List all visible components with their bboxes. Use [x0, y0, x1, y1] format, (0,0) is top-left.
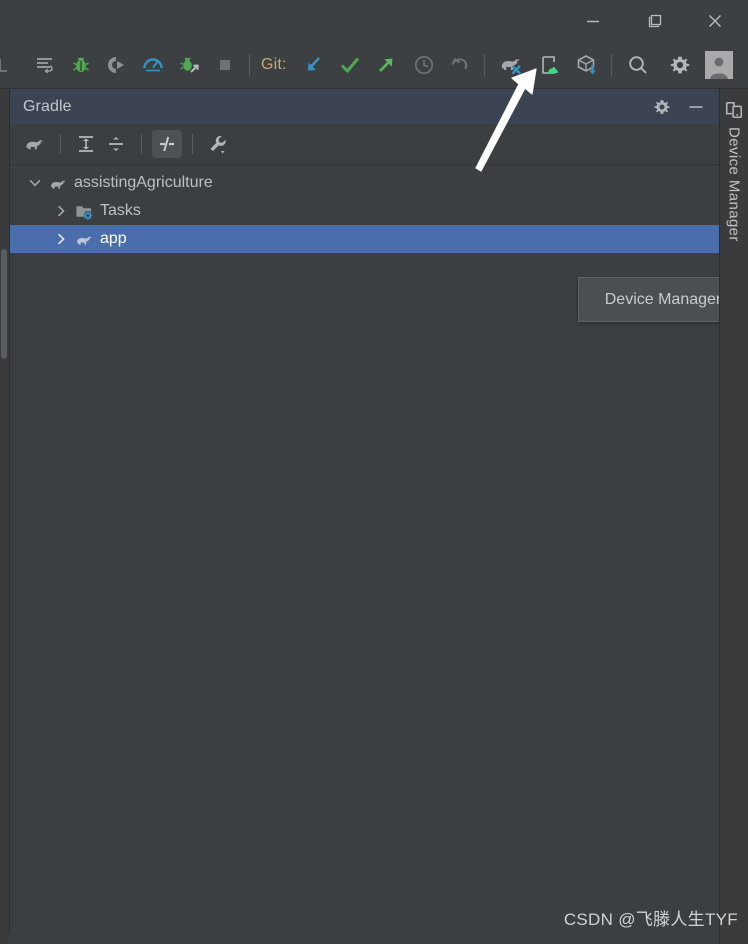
- gradle-elephant-icon: [46, 169, 70, 197]
- toggle-offline-mode-icon[interactable]: [152, 130, 182, 158]
- main-toolbar: Git:: [0, 42, 748, 89]
- toolbar-run-icon-partial[interactable]: [0, 49, 22, 81]
- device-manager-stripe-label[interactable]: Device Manager: [726, 127, 743, 242]
- stop-square-icon[interactable]: [210, 49, 240, 81]
- sdk-manager-icon[interactable]: [572, 49, 602, 81]
- gradle-tool-window: Gradle assistingAgriculture Tasks app: [9, 89, 719, 934]
- debug-bug-icon[interactable]: [66, 49, 96, 81]
- tree-node-label: app: [100, 230, 127, 247]
- chevron-down-icon[interactable]: [24, 169, 46, 197]
- gradle-project-tree: assistingAgriculture Tasks app: [10, 165, 719, 253]
- profiler-gauge-icon[interactable]: [138, 49, 168, 81]
- avatar: [704, 51, 733, 79]
- wrench-dropdown-icon[interactable]: [203, 130, 233, 158]
- window-titlebar: [0, 0, 748, 42]
- toolbar-separator-1: [249, 54, 250, 76]
- gradle-toolbar-separator-2: [141, 134, 142, 154]
- gradle-toolbar-separator-1: [60, 134, 61, 154]
- minimize-button[interactable]: [570, 0, 616, 42]
- csdn-watermark: CSDN @飞滕人生TYF: [563, 910, 738, 929]
- android-studio-window: Git: Gradle assistingAgriculture Tasks a…: [0, 0, 748, 944]
- right-tool-stripe: Device Manager: [719, 89, 748, 944]
- gear-icon[interactable]: [665, 49, 695, 81]
- tree-node-label: assistingAgriculture: [74, 174, 213, 191]
- search-icon[interactable]: [623, 49, 653, 81]
- account-avatar[interactable]: [704, 49, 737, 81]
- git-rollback-icon[interactable]: [445, 49, 475, 81]
- chevron-right-icon[interactable]: [50, 197, 72, 225]
- tooltip-text: Device Manager: [604, 290, 722, 308]
- build-variants-icon[interactable]: [30, 49, 60, 81]
- git-commit-icon[interactable]: [335, 49, 365, 81]
- device-manager-icon[interactable]: [534, 49, 564, 81]
- tasks-folder-icon: [72, 197, 96, 225]
- panel-scrollbar[interactable]: [1, 249, 7, 359]
- coverage-run-icon[interactable]: [102, 49, 132, 81]
- chevron-right-icon[interactable]: [50, 225, 72, 253]
- tree-node-app[interactable]: app: [10, 225, 719, 253]
- git-label: Git:: [261, 56, 287, 73]
- git-update-icon[interactable]: [299, 49, 329, 81]
- git-push-icon[interactable]: [371, 49, 401, 81]
- tree-node-label: Tasks: [100, 202, 141, 219]
- gradle-toolbar-separator-3: [192, 134, 193, 154]
- gradle-panel-header: Gradle: [10, 89, 719, 124]
- left-tool-stripe: [0, 89, 9, 944]
- toolbar-separator-3: [610, 54, 612, 76]
- tree-node-assistingagriculture[interactable]: assistingAgriculture: [10, 169, 719, 197]
- device-manager-icon[interactable]: [722, 97, 746, 123]
- toolbar-separator-2: [483, 54, 485, 76]
- gradle-elephant-icon: [72, 225, 96, 253]
- sync-gradle-icon[interactable]: [496, 49, 526, 81]
- tree-node-tasks[interactable]: Tasks: [10, 197, 719, 225]
- gradle-panel-title: Gradle: [23, 97, 72, 115]
- expand-all-icon[interactable]: [71, 130, 101, 158]
- gradle-settings-gear-icon[interactable]: [649, 94, 675, 120]
- gradle-panel-toolbar: [10, 124, 719, 165]
- collapse-all-icon[interactable]: [101, 130, 131, 158]
- attach-debugger-icon[interactable]: [174, 49, 204, 81]
- close-button[interactable]: [692, 0, 738, 42]
- hide-panel-button[interactable]: [683, 94, 709, 120]
- git-history-icon[interactable]: [409, 49, 439, 81]
- restore-button[interactable]: [632, 0, 678, 42]
- reload-gradle-project-icon[interactable]: [20, 130, 50, 158]
